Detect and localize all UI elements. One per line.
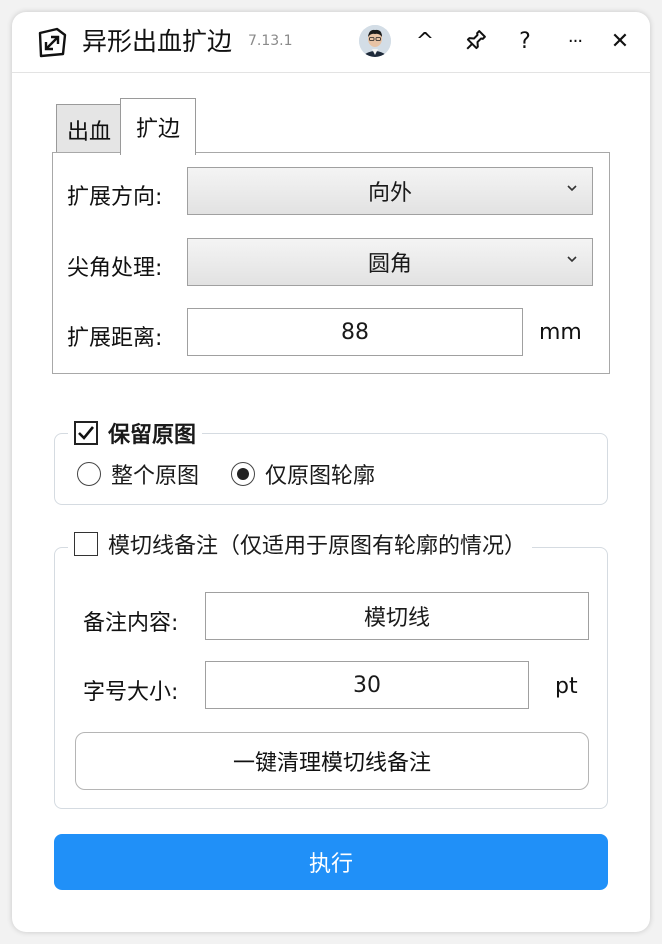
chevron-down-icon	[567, 185, 577, 192]
avatar-image	[359, 25, 391, 57]
die-cut-legend: 模切线备注（仅适用于原图有轮廓的情况）	[68, 527, 533, 561]
radio-outline-only[interactable]: 仅原图轮廓	[231, 458, 375, 490]
die-cut-checkbox[interactable]	[74, 532, 98, 556]
keep-original-label: 保留原图	[108, 423, 197, 448]
tab-expand-label: 扩边	[135, 117, 180, 142]
chevron-down-icon	[567, 256, 577, 263]
die-cut-label: 模切线备注（仅适用于原图有轮廓的情况）	[108, 534, 527, 559]
title-bar: 异形出血扩边 7.13.1 ^ ? ··· ✕	[12, 12, 650, 73]
corner-label: 尖角处理:	[67, 256, 163, 281]
note-content-label: 备注内容:	[83, 611, 179, 636]
distance-input[interactable]: 88	[187, 308, 523, 356]
radio-whole-original-label: 整个原图	[111, 464, 200, 489]
note-content-value: 模切线	[363, 606, 430, 631]
pin-icon	[466, 30, 486, 50]
font-size-unit: pt	[555, 674, 578, 699]
radio-outline-only-button[interactable]	[231, 462, 255, 486]
app-title: 异形出血扩边	[82, 27, 233, 56]
radio-whole-original[interactable]: 整个原图	[77, 458, 199, 490]
distance-label: 扩展距离:	[67, 326, 163, 351]
app-logo-icon	[38, 27, 67, 58]
tab-bleed[interactable]: 出血	[56, 104, 122, 155]
note-content-input[interactable]: 模切线	[205, 592, 589, 640]
font-size-value: 30	[353, 672, 381, 698]
close-button[interactable]: ✕	[605, 26, 635, 56]
keep-original-legend: 保留原图	[68, 416, 203, 450]
direction-label: 扩展方向:	[67, 185, 163, 210]
direction-value: 向外	[367, 181, 412, 206]
user-avatar[interactable]	[359, 25, 391, 57]
execute-button[interactable]: 执行	[54, 834, 608, 890]
radio-outline-only-label: 仅原图轮廓	[265, 464, 376, 489]
collapse-button[interactable]: ^	[410, 26, 440, 56]
corner-select[interactable]: 圆角	[187, 238, 593, 286]
keep-original-checkbox[interactable]	[74, 421, 98, 445]
tab-bleed-label: 出血	[66, 120, 111, 145]
font-size-input[interactable]: 30	[205, 661, 529, 709]
help-button[interactable]: ?	[510, 26, 540, 56]
execute-label: 执行	[308, 852, 353, 877]
main-window: 异形出血扩边 7.13.1 ^ ? ··· ✕ 出血 扩边 扩展方向: 向外 尖…	[12, 12, 650, 932]
more-button[interactable]: ···	[560, 26, 590, 56]
corner-value: 圆角	[367, 252, 412, 277]
font-size-label: 字号大小:	[83, 680, 179, 705]
radio-whole-original-button[interactable]	[77, 462, 101, 486]
clear-die-cut-notes-button[interactable]: 一键清理模切线备注	[75, 732, 589, 790]
distance-unit: mm	[539, 320, 582, 345]
close-icon: ✕	[610, 28, 630, 54]
distance-value: 88	[341, 319, 369, 345]
more-icon: ···	[567, 30, 583, 52]
checkmark-icon	[78, 426, 95, 440]
expand-panel: 扩展方向: 向外 尖角处理: 圆角 扩展距离: 88 mm	[52, 152, 610, 374]
direction-select[interactable]: 向外	[187, 167, 593, 215]
collapse-icon: ^	[415, 28, 435, 54]
pin-button[interactable]	[460, 26, 490, 56]
clear-die-cut-notes-label: 一键清理模切线备注	[232, 751, 431, 776]
radio-selected-dot	[237, 468, 249, 480]
app-version: 7.13.1	[248, 33, 293, 49]
die-cut-group: 备注内容: 模切线 字号大小: 30 pt 一键清理模切线备注	[54, 547, 608, 809]
tab-expand[interactable]: 扩边	[120, 98, 196, 155]
help-icon: ?	[519, 28, 531, 54]
